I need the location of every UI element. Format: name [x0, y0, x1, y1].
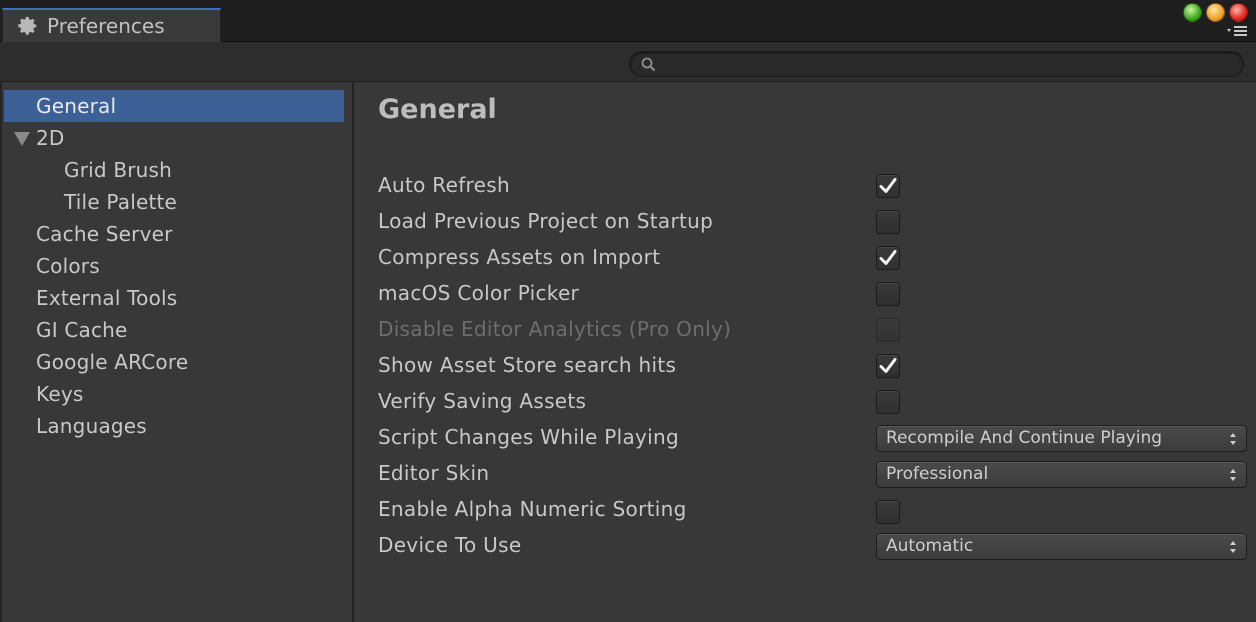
tab-menu-icon[interactable] — [1226, 24, 1248, 38]
sidebar-item-keys[interactable]: Keys — [4, 378, 344, 410]
dropdown-arrows-icon — [1230, 541, 1236, 553]
sidebar-item-label: 2D — [36, 126, 65, 150]
disable-editor-analytics-checkbox — [876, 318, 900, 342]
setting-label-alpha-numeric-sorting: Enable Alpha Numeric Sorting — [378, 497, 687, 521]
sidebar-item-label: Languages — [36, 414, 147, 438]
sidebar-item-2d[interactable]: 2D — [4, 122, 344, 154]
gear-icon — [17, 15, 39, 37]
alpha-numeric-sorting-checkbox[interactable] — [876, 500, 900, 524]
maximize-button[interactable] — [1183, 3, 1202, 22]
dropdown-value: Recompile And Continue Playing — [886, 428, 1163, 448]
editor-skin-dropdown[interactable]: Professional — [876, 461, 1247, 488]
setting-label-script-changes: Script Changes While Playing — [378, 425, 679, 449]
sidebar-item-external-tools[interactable]: External Tools — [4, 282, 344, 314]
dropdown-arrows-icon — [1230, 433, 1236, 445]
setting-label-auto-refresh: Auto Refresh — [378, 173, 510, 197]
sidebar-item-label: Tile Palette — [64, 190, 178, 214]
preferences-sidebar: General 2D Grid Brush Tile Palette Cache… — [0, 82, 352, 622]
setting-label-show-asset-store-hits: Show Asset Store search hits — [378, 353, 677, 377]
expand-triangle-icon[interactable] — [14, 132, 30, 146]
dropdown-arrows-icon — [1230, 469, 1236, 481]
sidebar-item-label: Keys — [36, 382, 84, 406]
show-asset-store-hits-checkbox[interactable] — [876, 354, 900, 378]
setting-label-editor-skin: Editor Skin — [378, 461, 490, 485]
sidebar-item-label: Cache Server — [36, 222, 173, 246]
compress-assets-checkbox[interactable] — [876, 246, 900, 270]
setting-label-disable-editor-analytics: Disable Editor Analytics (Pro Only) — [378, 317, 732, 341]
sidebar-item-google-arcore[interactable]: Google ARCore — [4, 346, 344, 378]
preferences-tab[interactable]: Preferences — [2, 8, 221, 42]
script-changes-dropdown[interactable]: Recompile And Continue Playing — [876, 425, 1247, 452]
checkmark-icon — [879, 358, 897, 373]
load-previous-project-checkbox[interactable] — [876, 210, 900, 234]
sidebar-item-label: Google ARCore — [36, 350, 189, 374]
sidebar-item-label: Colors — [36, 254, 100, 278]
sidebar-item-tile-palette[interactable]: Tile Palette — [4, 186, 344, 218]
sidebar-item-languages[interactable]: Languages — [4, 410, 344, 442]
checkmark-icon — [879, 250, 897, 265]
minimize-button[interactable] — [1206, 3, 1225, 22]
window-tab-strip: Preferences — [0, 0, 1256, 42]
macos-color-picker-checkbox[interactable] — [876, 282, 900, 306]
dropdown-value: Professional — [886, 464, 989, 484]
sidebar-item-general[interactable]: General — [4, 90, 344, 122]
setting-label-device-to-use: Device To Use — [378, 533, 522, 557]
device-to-use-dropdown[interactable]: Automatic — [876, 533, 1247, 560]
setting-label-compress-assets: Compress Assets on Import — [378, 245, 661, 269]
search-icon — [640, 56, 658, 74]
setting-label-verify-saving-assets: Verify Saving Assets — [378, 389, 587, 413]
search-input[interactable] — [662, 54, 1232, 74]
window-controls — [1183, 3, 1248, 22]
checkmark-icon — [879, 178, 897, 193]
sidebar-item-label: External Tools — [36, 286, 178, 310]
sidebar-item-label: Grid Brush — [64, 158, 173, 182]
dropdown-value: Automatic — [886, 536, 974, 556]
sidebar-item-colors[interactable]: Colors — [4, 250, 344, 282]
setting-label-macos-color-picker: macOS Color Picker — [378, 281, 580, 305]
search-field[interactable] — [629, 51, 1244, 77]
verify-saving-assets-checkbox[interactable] — [876, 390, 900, 414]
sidebar-item-gi-cache[interactable]: GI Cache — [4, 314, 344, 346]
sidebar-item-label: General — [36, 94, 117, 118]
tab-title: Preferences — [47, 14, 165, 38]
setting-label-load-previous-project: Load Previous Project on Startup — [378, 209, 714, 233]
sidebar-item-label: GI Cache — [36, 318, 128, 342]
sidebar-item-grid-brush[interactable]: Grid Brush — [4, 154, 344, 186]
preferences-content: General Auto Refresh Load Previous Proje… — [354, 82, 1256, 622]
close-button[interactable] — [1229, 3, 1248, 22]
page-title: General — [378, 94, 497, 125]
sidebar-item-cache-server[interactable]: Cache Server — [4, 218, 344, 250]
toolbar — [0, 42, 1256, 82]
auto-refresh-checkbox[interactable] — [876, 174, 900, 198]
